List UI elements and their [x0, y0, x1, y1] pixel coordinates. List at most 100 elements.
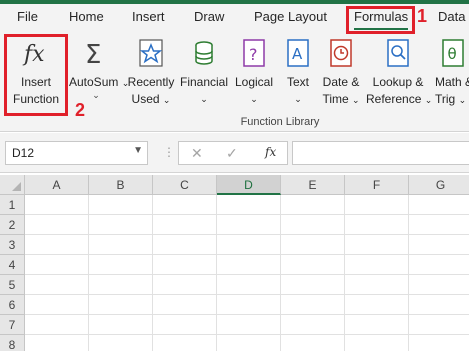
svg-text:?: ? — [249, 45, 258, 64]
cell-a3[interactable] — [25, 235, 89, 255]
tab-file[interactable]: File — [17, 9, 38, 24]
cell-a2[interactable] — [25, 215, 89, 235]
row-header-3[interactable]: 3 — [0, 235, 25, 255]
cell-c5[interactable] — [153, 275, 217, 295]
cell-c1[interactable] — [153, 195, 217, 215]
row-header-7[interactable]: 7 — [0, 315, 25, 335]
cell-e1[interactable] — [281, 195, 345, 215]
row-header-8[interactable]: 8 — [0, 335, 25, 351]
row-header-4[interactable]: 4 — [0, 255, 25, 275]
cell-g2[interactable] — [409, 215, 469, 235]
lookup-reference-button[interactable]: Lookup & Reference ⌄ — [366, 32, 432, 124]
drag-handle-icon[interactable]: ⋮ — [163, 145, 175, 159]
tab-home[interactable]: Home — [69, 9, 104, 24]
cell-d1[interactable] — [217, 195, 281, 215]
column-header-c[interactable]: C — [153, 175, 217, 195]
name-box-value: D12 — [12, 146, 35, 160]
cell-b6[interactable] — [89, 295, 153, 315]
cell-g3[interactable] — [409, 235, 469, 255]
cell-e5[interactable] — [281, 275, 345, 295]
worksheet-grid[interactable]: ABCDEFG 12345678 — [0, 175, 469, 351]
cell-f8[interactable] — [345, 335, 409, 351]
row-header-5[interactable]: 5 — [0, 275, 25, 295]
enter-icon[interactable]: ✓ — [226, 145, 238, 162]
cancel-icon[interactable]: ✕ — [191, 145, 203, 162]
cell-b7[interactable] — [89, 315, 153, 335]
recently-used-button[interactable]: Recently Used ⌄ — [126, 32, 176, 124]
cell-f4[interactable] — [345, 255, 409, 275]
formula-input[interactable] — [292, 141, 469, 165]
question-icon: ? — [240, 38, 268, 68]
financial-button[interactable]: Financial ⌄ — [178, 32, 230, 124]
chevron-down-icon[interactable]: ▼ — [133, 145, 143, 156]
cell-g5[interactable] — [409, 275, 469, 295]
logical-button[interactable]: ? Logical ⌄ — [232, 32, 276, 124]
column-header-a[interactable]: A — [25, 175, 89, 195]
clock-icon — [327, 38, 355, 68]
annotation-number-2: 2 — [75, 100, 86, 120]
cell-b5[interactable] — [89, 275, 153, 295]
cell-f6[interactable] — [345, 295, 409, 315]
math-trig-button[interactable]: θ Math & Trig ⌄ — [433, 32, 469, 124]
cell-b4[interactable] — [89, 255, 153, 275]
row-header-1[interactable]: 1 — [0, 195, 25, 215]
svg-text:A: A — [292, 45, 303, 63]
insert-function-small-icon[interactable]: fx — [265, 145, 276, 159]
cell-a1[interactable] — [25, 195, 89, 215]
text-button[interactable]: A Text ⌄ — [280, 32, 316, 124]
tab-draw[interactable]: Draw — [194, 9, 224, 24]
cell-f5[interactable] — [345, 275, 409, 295]
cell-g1[interactable] — [409, 195, 469, 215]
tab-insert[interactable]: Insert — [132, 9, 165, 24]
cell-c8[interactable] — [153, 335, 217, 351]
name-box[interactable]: D12 ▼ — [5, 141, 148, 165]
cell-g8[interactable] — [409, 335, 469, 351]
cell-c2[interactable] — [153, 215, 217, 235]
cell-c6[interactable] — [153, 295, 217, 315]
cell-e6[interactable] — [281, 295, 345, 315]
cell-a8[interactable] — [25, 335, 89, 351]
cell-f1[interactable] — [345, 195, 409, 215]
tab-page-layout[interactable]: Page Layout — [254, 9, 327, 24]
cell-d6[interactable] — [217, 295, 281, 315]
cell-d5[interactable] — [217, 275, 281, 295]
cell-c3[interactable] — [153, 235, 217, 255]
cell-g7[interactable] — [409, 315, 469, 335]
cell-a5[interactable] — [25, 275, 89, 295]
column-header-e[interactable]: E — [281, 175, 345, 195]
tab-data[interactable]: Data — [438, 9, 465, 24]
cell-b2[interactable] — [89, 215, 153, 235]
cell-c7[interactable] — [153, 315, 217, 335]
cell-f2[interactable] — [345, 215, 409, 235]
cell-f3[interactable] — [345, 235, 409, 255]
cell-c4[interactable] — [153, 255, 217, 275]
select-all-button[interactable] — [0, 175, 25, 195]
cell-d7[interactable] — [217, 315, 281, 335]
column-header-f[interactable]: F — [345, 175, 409, 195]
cell-d2[interactable] — [217, 215, 281, 235]
row-header-6[interactable]: 6 — [0, 295, 25, 315]
cell-g4[interactable] — [409, 255, 469, 275]
column-header-b[interactable]: B — [89, 175, 153, 195]
cell-e4[interactable] — [281, 255, 345, 275]
cell-b3[interactable] — [89, 235, 153, 255]
cell-e8[interactable] — [281, 335, 345, 351]
row-header-2[interactable]: 2 — [0, 215, 25, 235]
cell-a6[interactable] — [25, 295, 89, 315]
cell-a7[interactable] — [25, 315, 89, 335]
column-header-d[interactable]: D — [217, 175, 281, 195]
cell-d8[interactable] — [217, 335, 281, 351]
cell-g6[interactable] — [409, 295, 469, 315]
cell-e3[interactable] — [281, 235, 345, 255]
date-time-button[interactable]: Date & Time ⌄ — [318, 32, 364, 124]
cell-f7[interactable] — [345, 315, 409, 335]
cell-e7[interactable] — [281, 315, 345, 335]
cell-d4[interactable] — [217, 255, 281, 275]
cell-a4[interactable] — [25, 255, 89, 275]
cell-b8[interactable] — [89, 335, 153, 351]
cell-e2[interactable] — [281, 215, 345, 235]
recently-used-label-1: Recently — [127, 75, 175, 89]
column-header-g[interactable]: G — [409, 175, 469, 195]
cell-d3[interactable] — [217, 235, 281, 255]
cell-b1[interactable] — [89, 195, 153, 215]
